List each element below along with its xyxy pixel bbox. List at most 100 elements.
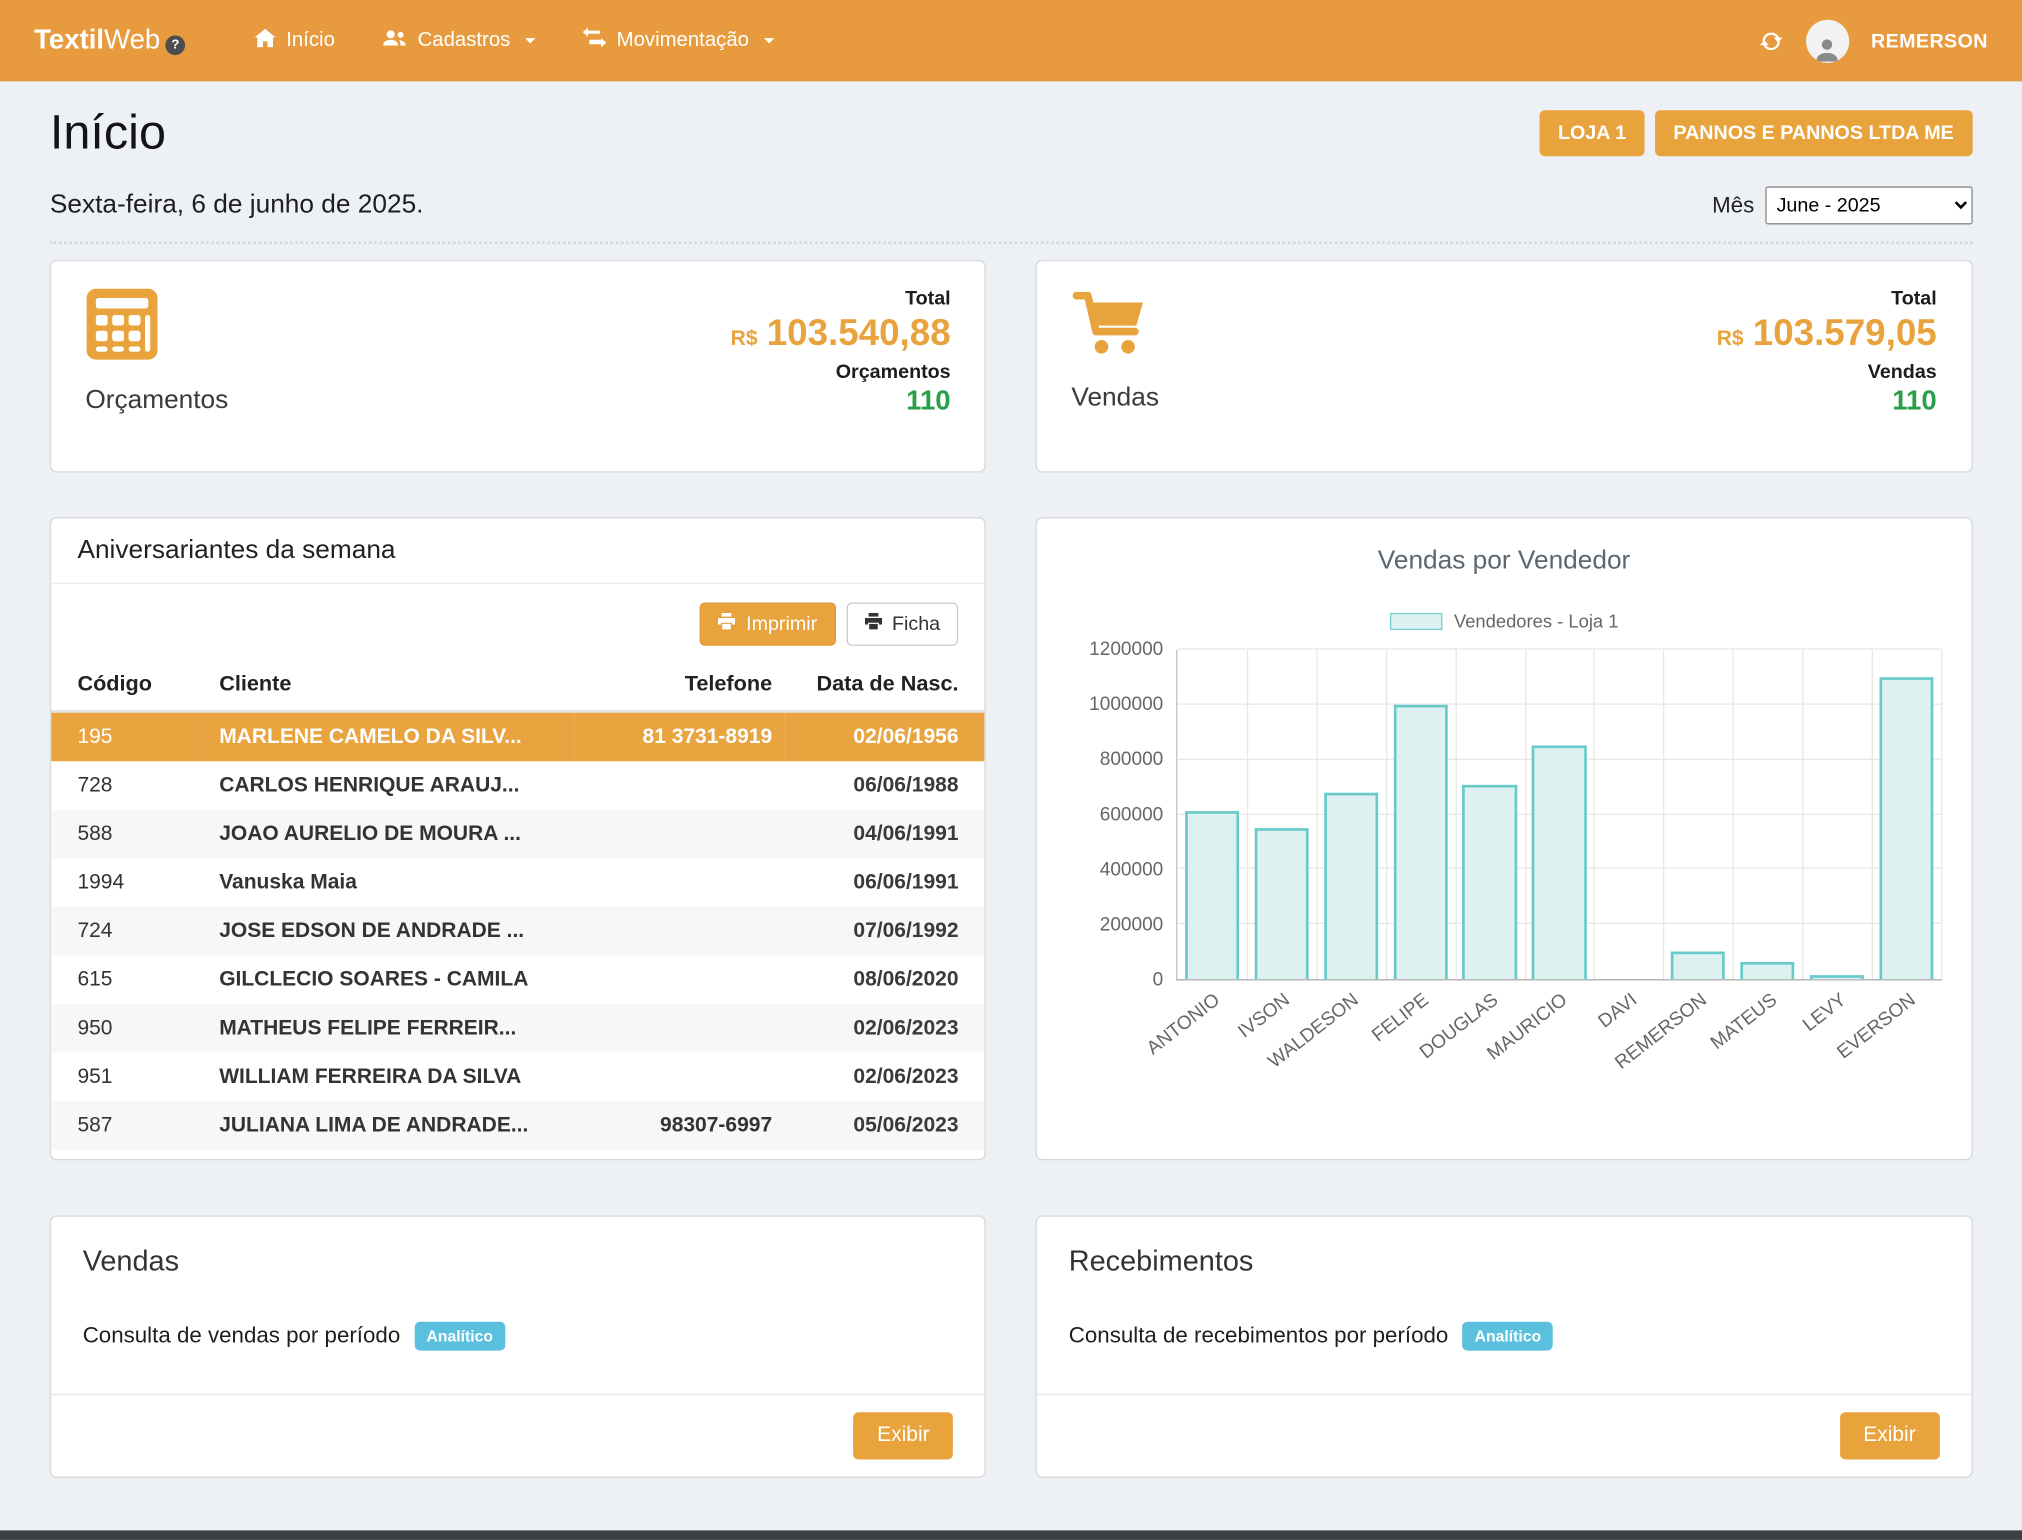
chart-bar-mateus — [1740, 963, 1794, 979]
chart-plot — [1176, 650, 1942, 981]
y-tick-label: 800000 — [1100, 749, 1164, 770]
nav-label: Início — [286, 29, 335, 53]
cell-telefone — [575, 1053, 785, 1102]
print-button[interactable]: Imprimir — [700, 602, 835, 645]
y-tick-label: 0 — [1153, 970, 1164, 991]
birthdays-title: Aniversariantes da semana — [51, 518, 985, 584]
table-row[interactable]: 588JOAO AURELIO DE MOURA ... 04/06/1991 — [51, 810, 985, 859]
column-cliente: Cliente — [206, 662, 575, 712]
store-button[interactable]: LOJA 1 — [1540, 110, 1645, 156]
cell-cliente: JOAO AURELIO DE MOURA ... — [206, 810, 575, 859]
chart-bar-felipe — [1393, 705, 1447, 980]
vendas-panel: Vendas Consulta de vendas por período An… — [50, 1215, 986, 1478]
table-row[interactable]: 1994Vanuska Maia06/06/1991 — [51, 858, 985, 907]
vendas-total-value: R$103.579,05 — [1717, 312, 1937, 354]
month-label: Mês — [1712, 192, 1754, 218]
birthdays-table-body: 195MARLENE CAMELO DA SILV...81 3731-8919… — [51, 711, 985, 1149]
chart-area: 020000040000060000080000010000001200000 … — [1066, 650, 1942, 1083]
cell-nasc: 07/06/1992 — [785, 907, 985, 956]
table-row[interactable]: 615GILCLECIO SOARES - CAMILA08/06/2020 — [51, 956, 985, 1005]
divider — [50, 242, 1972, 245]
cell-telefone: 81 3731-8919 — [575, 711, 785, 761]
table-row[interactable]: 950MATHEUS FELIPE FERREIR...02/06/2023 — [51, 1004, 985, 1053]
x-tick-label: LEVY — [1799, 990, 1850, 1037]
analitico-badge: Analítico — [415, 1321, 505, 1350]
x-tick-label: ANTONIO — [1143, 990, 1224, 1060]
home-icon — [255, 28, 276, 53]
cell-nasc: 02/06/2023 — [785, 1053, 985, 1102]
vendas-exibir-button[interactable]: Exibir — [853, 1412, 953, 1459]
brand-light: Web — [104, 25, 160, 57]
chart-legend[interactable]: Vendedores - Loja 1 — [1390, 610, 1619, 631]
refresh-icon[interactable] — [1758, 28, 1783, 53]
nav-item-movimentacao[interactable]: Movimentação — [565, 14, 790, 67]
cell-telefone — [575, 761, 785, 810]
recebimentos-panel-title: Recebimentos — [1037, 1217, 1971, 1279]
nav-menu: Início Cadastros Movimentação — [238, 14, 1758, 67]
total-label: Total — [731, 287, 951, 309]
total-label: Total — [1717, 287, 1937, 309]
column-nasc: Data de Nasc. — [785, 662, 985, 712]
x-tick-label: DAVI — [1595, 990, 1642, 1033]
help-icon[interactable]: ? — [166, 35, 186, 55]
y-tick-label: 1200000 — [1089, 639, 1163, 660]
recebimentos-exibir-button[interactable]: Exibir — [1840, 1412, 1940, 1459]
chart-x-labels: ANTONIOIVSONWALDESONFELIPEDOUGLASMAURICI… — [1176, 980, 1942, 1082]
nav-item-inicio[interactable]: Início — [238, 15, 352, 66]
table-row[interactable]: 728CARLOS HENRIQUE ARAUJ...06/06/1988 — [51, 761, 985, 810]
cell-nasc: 02/06/1956 — [785, 711, 985, 761]
chart-bar-levy — [1810, 975, 1864, 979]
nav-item-cadastros[interactable]: Cadastros — [365, 15, 552, 66]
chart-bar-remerson — [1671, 952, 1725, 979]
cell-nasc: 08/06/2020 — [785, 956, 985, 1005]
nav-right: REMERSON — [1758, 19, 1988, 62]
calculator-icon — [85, 287, 159, 367]
brand-logo[interactable]: TextilWeb ? — [34, 25, 185, 57]
user-name[interactable]: REMERSON — [1871, 30, 1988, 52]
legend-swatch — [1390, 612, 1443, 629]
cell-codigo: 950 — [51, 1004, 206, 1053]
vendas-panel-title: Vendas — [51, 1217, 985, 1279]
cell-codigo: 588 — [51, 810, 206, 859]
cell-cliente: JULIANA LIMA DE ANDRADE... — [206, 1101, 575, 1150]
table-row[interactable]: 587JULIANA LIMA DE ANDRADE...98307-69970… — [51, 1101, 985, 1150]
cell-nasc: 04/06/1991 — [785, 810, 985, 859]
cell-nasc: 06/06/1991 — [785, 858, 985, 907]
table-row[interactable]: 724JOSE EDSON DE ANDRADE ...07/06/1992 — [51, 907, 985, 956]
x-tick-label: FELIPE — [1368, 990, 1433, 1047]
company-button[interactable]: PANNOS E PANNOS LTDA ME — [1655, 110, 1972, 156]
cell-nasc: 02/06/2023 — [785, 1004, 985, 1053]
printer-icon — [719, 613, 736, 635]
avatar[interactable] — [1805, 19, 1848, 62]
table-row[interactable]: 951WILLIAM FERREIRA DA SILVA02/06/2023 — [51, 1053, 985, 1102]
chart-bar-ivson — [1255, 828, 1309, 979]
legend-label: Vendedores - Loja 1 — [1454, 610, 1618, 631]
column-codigo: Código — [51, 662, 206, 712]
table-row[interactable]: 195MARLENE CAMELO DA SILV...81 3731-8919… — [51, 711, 985, 761]
chevron-down-icon — [763, 38, 774, 43]
chart-bar-waldeson — [1324, 792, 1378, 979]
cell-telefone — [575, 858, 785, 907]
nav-label: Cadastros — [418, 29, 511, 53]
recebimentos-panel: Recebimentos Consulta de recebimentos po… — [1036, 1215, 1972, 1478]
cell-cliente: JOSE EDSON DE ANDRADE ... — [206, 907, 575, 956]
month-select[interactable]: June - 2025 — [1765, 186, 1972, 224]
y-tick-label: 1000000 — [1089, 694, 1163, 715]
orcamentos-total-value: R$103.540,88 — [731, 312, 951, 354]
users-icon — [382, 28, 407, 53]
orcamentos-card: Orçamentos Total R$103.540,88 Orçamentos… — [50, 260, 986, 473]
brand-bold: Textil — [34, 25, 104, 57]
cell-telefone — [575, 907, 785, 956]
y-tick-label: 400000 — [1100, 860, 1164, 881]
cell-telefone — [575, 956, 785, 1005]
page-bottom-strip — [0, 1531, 2022, 1540]
cell-nasc: 06/06/1988 — [785, 761, 985, 810]
cell-codigo: 587 — [51, 1101, 206, 1150]
cell-nasc: 05/06/2023 — [785, 1101, 985, 1150]
y-tick-label: 200000 — [1100, 915, 1164, 936]
orcamentos-count-label: Orçamentos — [731, 361, 951, 383]
date-text: Sexta-feira, 6 de junho de 2025. — [50, 190, 424, 220]
sales-chart-card: Vendas por Vendedor Vendedores - Loja 1 … — [1036, 517, 1972, 1160]
ficha-button[interactable]: Ficha — [846, 602, 958, 645]
cell-cliente: GILCLECIO SOARES - CAMILA — [206, 956, 575, 1005]
